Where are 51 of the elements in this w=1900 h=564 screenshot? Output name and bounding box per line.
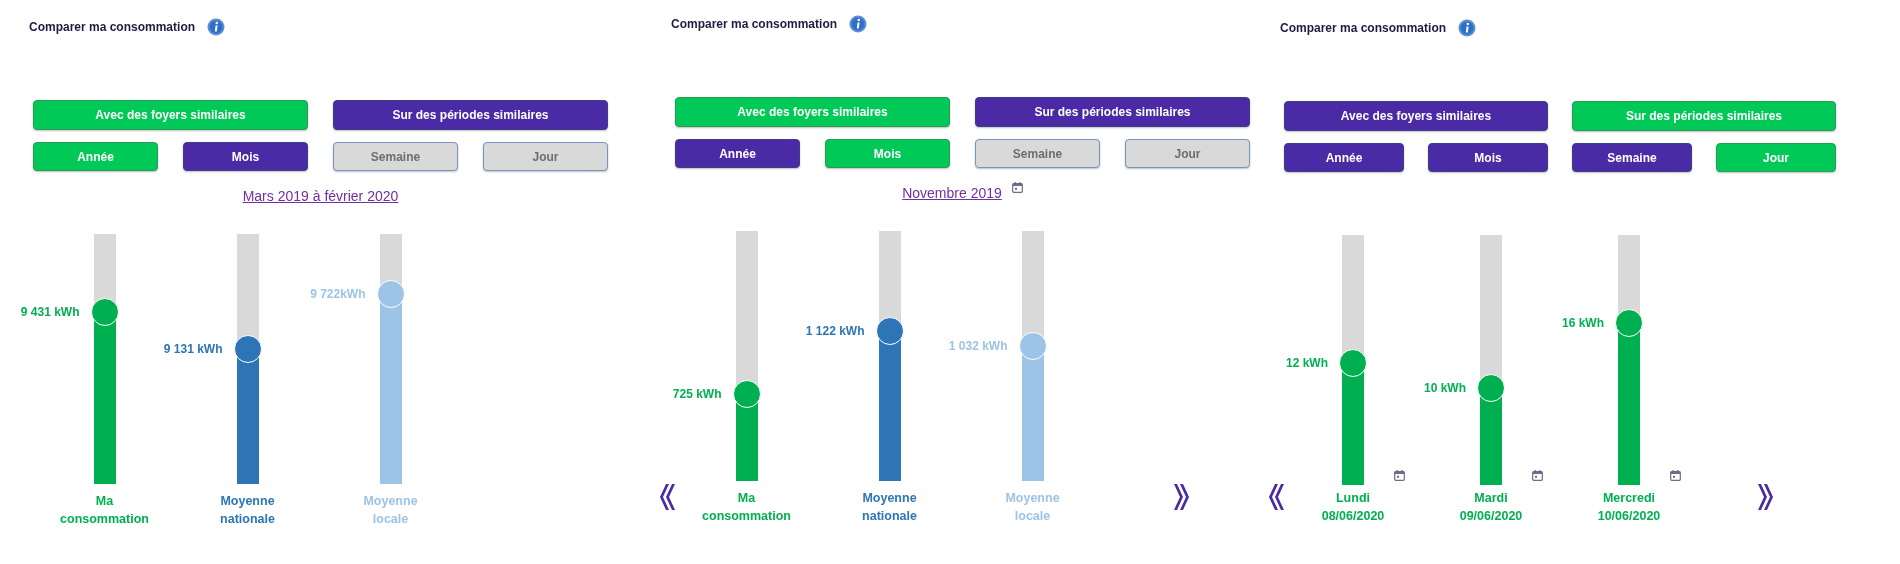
value-reading: 9 431 kWh — [20, 303, 80, 320]
slider-thumb[interactable] — [1018, 332, 1047, 360]
slider-thumb[interactable] — [1477, 373, 1505, 402]
next-icon[interactable] — [1758, 483, 1776, 511]
bar-label: Lundi 08/06/2020 — [1321, 490, 1385, 525]
info-icon[interactable] — [1458, 19, 1477, 37]
bar-label: Ma consommation — [60, 493, 149, 528]
toggle-button[interactable]: Mois — [1428, 143, 1548, 172]
slider-thumb[interactable] — [376, 280, 405, 308]
panel-title: Comparer ma consommation — [671, 17, 838, 31]
toggle-button[interactable]: Semaine — [1572, 143, 1692, 172]
slider-thumb[interactable] — [1615, 308, 1643, 337]
date-link[interactable]: Novembre 2019 — [902, 184, 1002, 202]
previous-icon[interactable] — [657, 483, 675, 511]
next-icon[interactable] — [1174, 483, 1192, 511]
calendar-icon[interactable] — [1394, 470, 1405, 481]
bar-label: Moyenne nationale — [220, 493, 275, 528]
slider-thumb[interactable] — [1339, 348, 1367, 377]
slider-thumb[interactable] — [875, 317, 904, 345]
value-reading: 9 131 kWh — [163, 341, 223, 357]
value-reading: 725 kWh — [672, 385, 722, 402]
panel-title: Comparer ma consommation — [29, 20, 196, 34]
bar-label: Mercredi 10/06/2020 — [1597, 490, 1661, 525]
info-icon[interactable] — [849, 15, 868, 33]
calendar-icon[interactable] — [1670, 470, 1681, 481]
bar-label: Moyenne locale — [1005, 490, 1060, 525]
toggle-button[interactable]: Sur des périodes similaires — [975, 97, 1250, 127]
bar-label: Moyenne locale — [363, 493, 418, 528]
bar-label: Mardi 09/06/2020 — [1459, 490, 1523, 525]
toggle-button[interactable]: Sur des périodes similaires — [333, 100, 608, 130]
value-reading: 9 722kWh — [310, 286, 366, 302]
toggle-button[interactable]: Année — [1284, 143, 1404, 172]
calendar-icon[interactable] — [1532, 470, 1543, 481]
slider-thumb[interactable] — [90, 297, 119, 326]
value-reading: 1 122 kWh — [805, 323, 865, 339]
toggle-button[interactable]: Mois — [183, 142, 308, 171]
bar-label: Moyenne nationale — [862, 490, 917, 525]
calendar-icon[interactable] — [1011, 182, 1023, 193]
previous-icon[interactable] — [1266, 483, 1284, 511]
info-icon[interactable] — [207, 18, 226, 36]
toggle-button[interactable]: Avec des foyers similaires — [1284, 101, 1548, 131]
value-reading: 16 kWh — [1562, 314, 1604, 331]
value-reading: 12 kWh — [1286, 354, 1328, 371]
value-reading: 10 kWh — [1424, 379, 1466, 396]
value-reading: 1 032 kWh — [948, 338, 1008, 354]
toggle-button[interactable]: Année — [675, 139, 800, 168]
date-link[interactable]: Mars 2019 à février 2020 — [242, 187, 399, 205]
bar-label: Ma consommation — [702, 490, 791, 525]
slider-thumb[interactable] — [732, 379, 761, 408]
panel-title: Comparer ma consommation — [1280, 21, 1447, 35]
slider-thumb[interactable] — [233, 335, 262, 363]
